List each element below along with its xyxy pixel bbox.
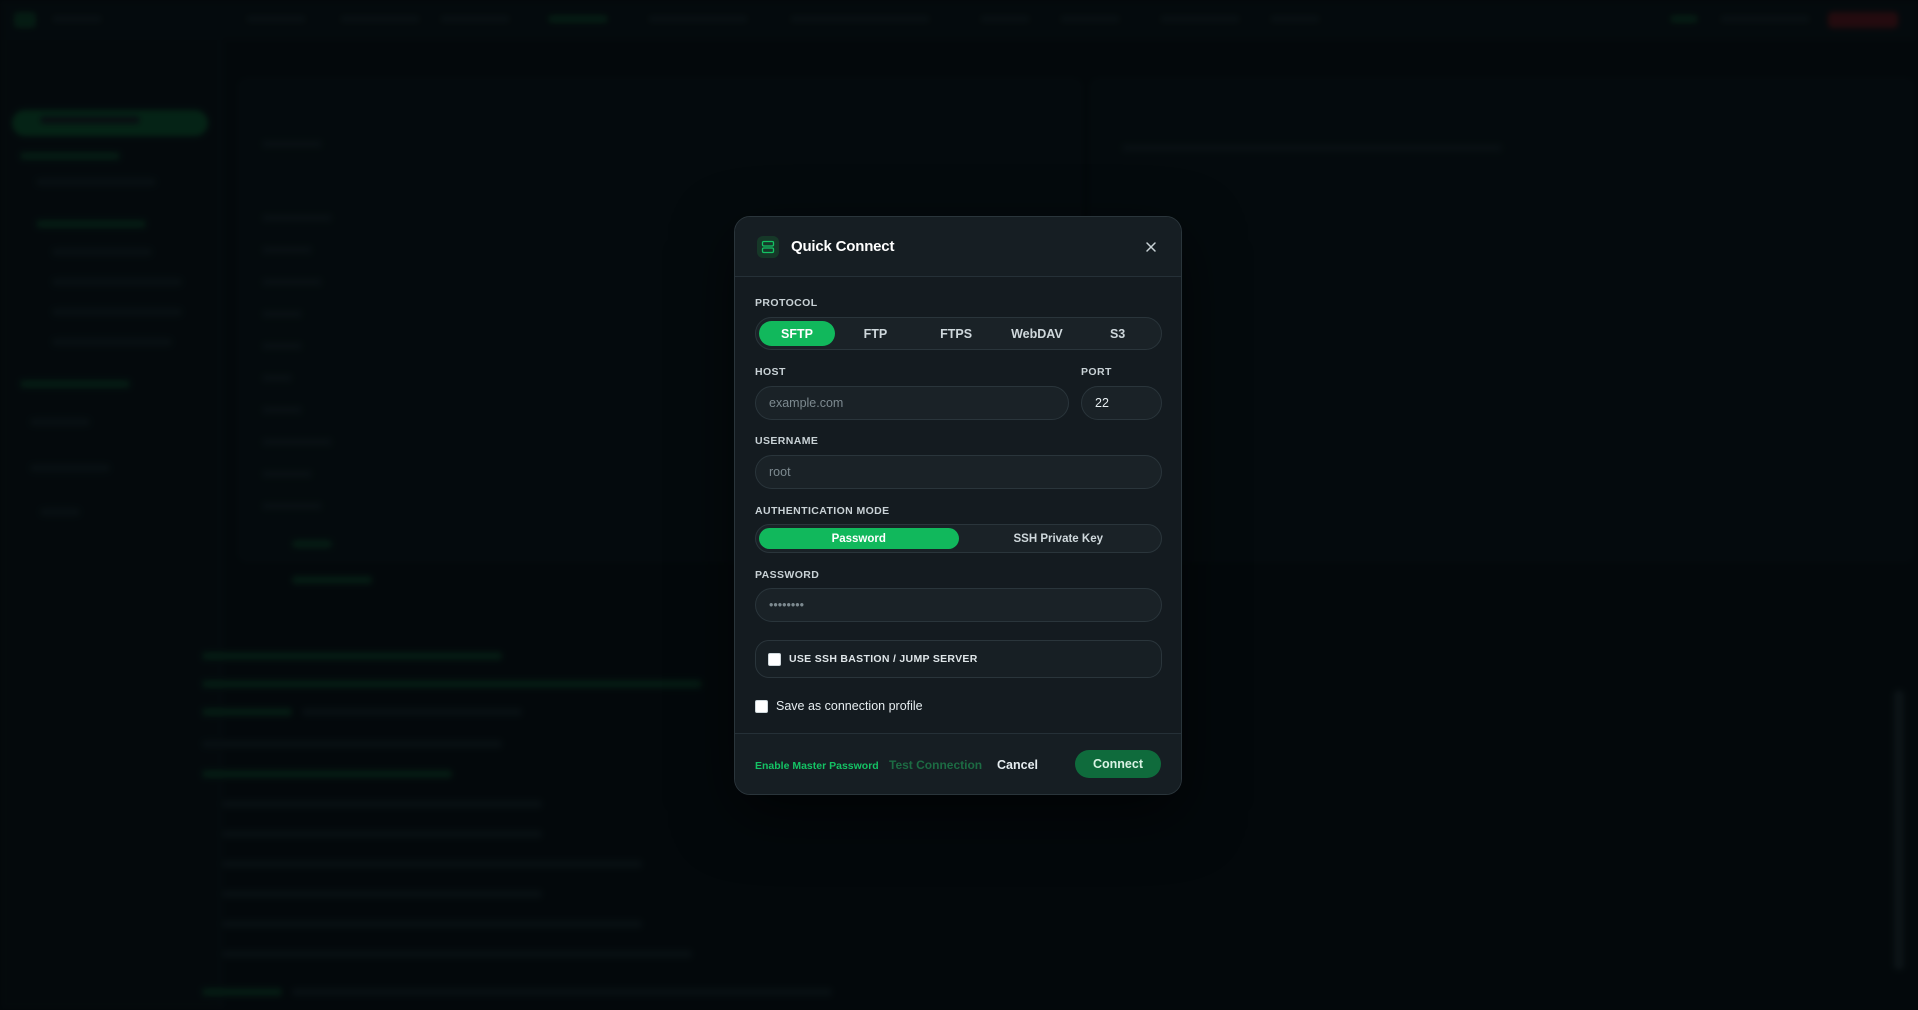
- dialog-footer: Enable Master Password Test Connection C…: [735, 733, 1181, 794]
- quick-connect-dialog: Quick Connect PROTOCOL SFTP FTP FTPS Web…: [734, 216, 1182, 795]
- host-label: HOST: [755, 366, 786, 378]
- auth-option-password[interactable]: Password: [759, 528, 959, 549]
- username-label: USERNAME: [755, 435, 819, 447]
- password-input[interactable]: [755, 588, 1162, 622]
- protocol-option-ftps[interactable]: FTPS: [916, 321, 997, 346]
- save-profile-label: Save as connection profile: [776, 699, 923, 713]
- auth-mode-label: AUTHENTICATION MODE: [755, 505, 890, 517]
- host-input[interactable]: [755, 386, 1069, 420]
- enable-master-password-link[interactable]: Enable Master Password: [755, 760, 879, 772]
- port-label: PORT: [1081, 366, 1112, 378]
- auth-mode-selector: Password SSH Private Key: [755, 524, 1162, 553]
- server-icon: [757, 236, 779, 258]
- test-connection-button[interactable]: Test Connection: [889, 758, 982, 772]
- username-input[interactable]: [755, 455, 1162, 489]
- dialog-title: Quick Connect: [791, 238, 895, 255]
- connect-button[interactable]: Connect: [1075, 750, 1161, 778]
- protocol-selector: SFTP FTP FTPS WebDAV S3: [755, 317, 1162, 350]
- protocol-option-s3[interactable]: S3: [1077, 321, 1158, 346]
- cancel-button[interactable]: Cancel: [997, 758, 1038, 772]
- protocol-label: PROTOCOL: [755, 297, 818, 309]
- dialog-header: Quick Connect: [735, 217, 1181, 277]
- close-icon[interactable]: [1141, 237, 1161, 257]
- port-input[interactable]: [1081, 386, 1162, 420]
- bastion-checkbox[interactable]: [768, 652, 781, 666]
- protocol-option-ftp[interactable]: FTP: [835, 321, 916, 346]
- auth-option-ssh-key[interactable]: SSH Private Key: [959, 528, 1159, 549]
- protocol-option-webdav[interactable]: WebDAV: [997, 321, 1078, 346]
- bastion-toggle[interactable]: USE SSH BASTION / JUMP SERVER: [755, 640, 1162, 678]
- save-profile-toggle[interactable]: Save as connection profile: [755, 699, 923, 713]
- password-label: PASSWORD: [755, 569, 820, 581]
- bastion-label: USE SSH BASTION / JUMP SERVER: [789, 653, 978, 665]
- save-profile-checkbox[interactable]: [755, 699, 768, 713]
- protocol-option-sftp[interactable]: SFTP: [759, 321, 835, 346]
